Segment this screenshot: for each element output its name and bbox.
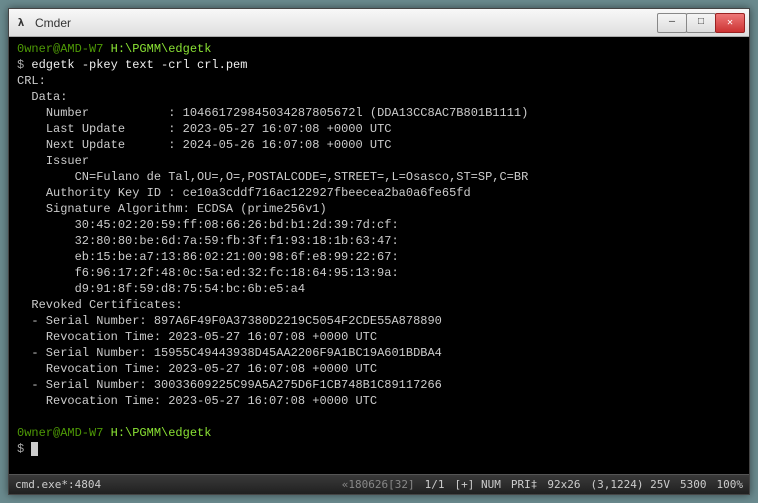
command-text: edgetk -pkey text -crl crl.pem — [31, 58, 247, 72]
prompt-user-host: 0wner@AMD-W7 — [17, 426, 103, 440]
crl-akid-label: Authority Key ID — [46, 186, 161, 200]
status-seg: «180626[32] — [342, 478, 415, 491]
minimize-button[interactable]: — — [657, 13, 687, 33]
crl-data-header: Data: — [31, 90, 67, 104]
revoked-serial: 15955C49443938D45AA2206F9A1BC19A601BDBA4 — [154, 346, 442, 360]
sig-line: f6:96:17:2f:48:0c:5a:ed:32:fc:18:64:95:1… — [75, 266, 399, 280]
sig-line: eb:15:be:a7:13:86:02:21:00:98:6f:e8:99:2… — [75, 250, 399, 264]
prompt-path: H:\PGMM\edgetk — [111, 42, 212, 56]
crl-lastupdate-value: 2023-05-27 16:07:08 +0000 UTC — [183, 122, 392, 136]
crl-number-value: 104661729845034287805672l (DDA13CC8AC7B8… — [183, 106, 529, 120]
crl-header: CRL: — [17, 74, 46, 88]
status-seg: [+] NUM — [455, 478, 501, 491]
cursor — [31, 442, 38, 456]
close-button[interactable]: ✕ — [715, 13, 745, 33]
crl-sigalg-label: Signature Algorithm: — [46, 202, 190, 216]
prompt-user-host: 0wner@AMD-W7 — [17, 42, 103, 56]
app-icon: λ — [13, 15, 29, 31]
status-seg: PRI‡ — [511, 478, 538, 491]
sig-line: 32:80:80:be:6d:7a:59:fb:3f:f1:93:18:1b:6… — [75, 234, 399, 248]
revoked-time: 2023-05-27 16:07:08 +0000 UTC — [168, 330, 377, 344]
status-tab[interactable]: cmd.exe*:4804 — [15, 478, 332, 491]
crl-sigalg-value: ECDSA (prime256v1) — [197, 202, 327, 216]
titlebar: λ Cmder — □ ✕ — [9, 9, 749, 37]
sig-line: d9:91:8f:59:d8:75:54:bc:6b:e5:a4 — [75, 282, 305, 296]
revoked-time-label: Revocation Time: — [46, 330, 161, 344]
revoked-serial: 30033609225C99A5A275D6F1CB748B1C89117266 — [154, 378, 442, 392]
prompt-symbol: $ — [17, 58, 24, 72]
statusbar: cmd.exe*:4804 «180626[32] 1/1 [+] NUM PR… — [9, 474, 749, 494]
crl-nextupdate-label: Next Update — [46, 138, 125, 152]
revoked-serial-label: - Serial Number: — [31, 314, 146, 328]
status-seg: (3,1224) 25V — [591, 478, 670, 491]
revoked-time-label: Revocation Time: — [46, 362, 161, 376]
status-seg: 1/1 — [425, 478, 445, 491]
revoked-serial-label: - Serial Number: — [31, 346, 146, 360]
crl-number-label: Number — [46, 106, 89, 120]
crl-nextupdate-value: 2024-05-26 16:07:08 +0000 UTC — [183, 138, 392, 152]
revoked-header: Revoked Certificates: — [31, 298, 182, 312]
revoked-serial: 897A6F49F0A37380D2219C5054F2CDE55A878890 — [154, 314, 442, 328]
prompt-path: H:\PGMM\edgetk — [111, 426, 212, 440]
titlebar-controls: — □ ✕ — [658, 13, 745, 33]
status-seg: 5300 — [680, 478, 707, 491]
app-window: λ Cmder — □ ✕ 0wner@AMD-W7 H:\PGMM\edget… — [8, 8, 750, 495]
sig-line: 30:45:02:20:59:ff:08:66:26:bd:b1:2d:39:7… — [75, 218, 399, 232]
revoked-time: 2023-05-27 16:07:08 +0000 UTC — [168, 362, 377, 376]
crl-akid-value: ce10a3cddf716ac122927fbeecea2ba0a6fe65fd — [183, 186, 471, 200]
crl-lastupdate-label: Last Update — [46, 122, 125, 136]
revoked-time-label: Revocation Time: — [46, 394, 161, 408]
revoked-time: 2023-05-27 16:07:08 +0000 UTC — [168, 394, 377, 408]
crl-issuer-value: CN=Fulano de Tal,OU=,O=,POSTALCODE=,STRE… — [75, 170, 529, 184]
prompt-symbol: $ — [17, 442, 24, 456]
crl-issuer-label: Issuer — [46, 154, 89, 168]
terminal[interactable]: 0wner@AMD-W7 H:\PGMM\edgetk $ edgetk -pk… — [9, 37, 749, 474]
status-seg: 100% — [717, 478, 744, 491]
maximize-button[interactable]: □ — [686, 13, 716, 33]
window-title: Cmder — [35, 16, 658, 30]
revoked-serial-label: - Serial Number: — [31, 378, 146, 392]
status-seg: 92x26 — [547, 478, 580, 491]
